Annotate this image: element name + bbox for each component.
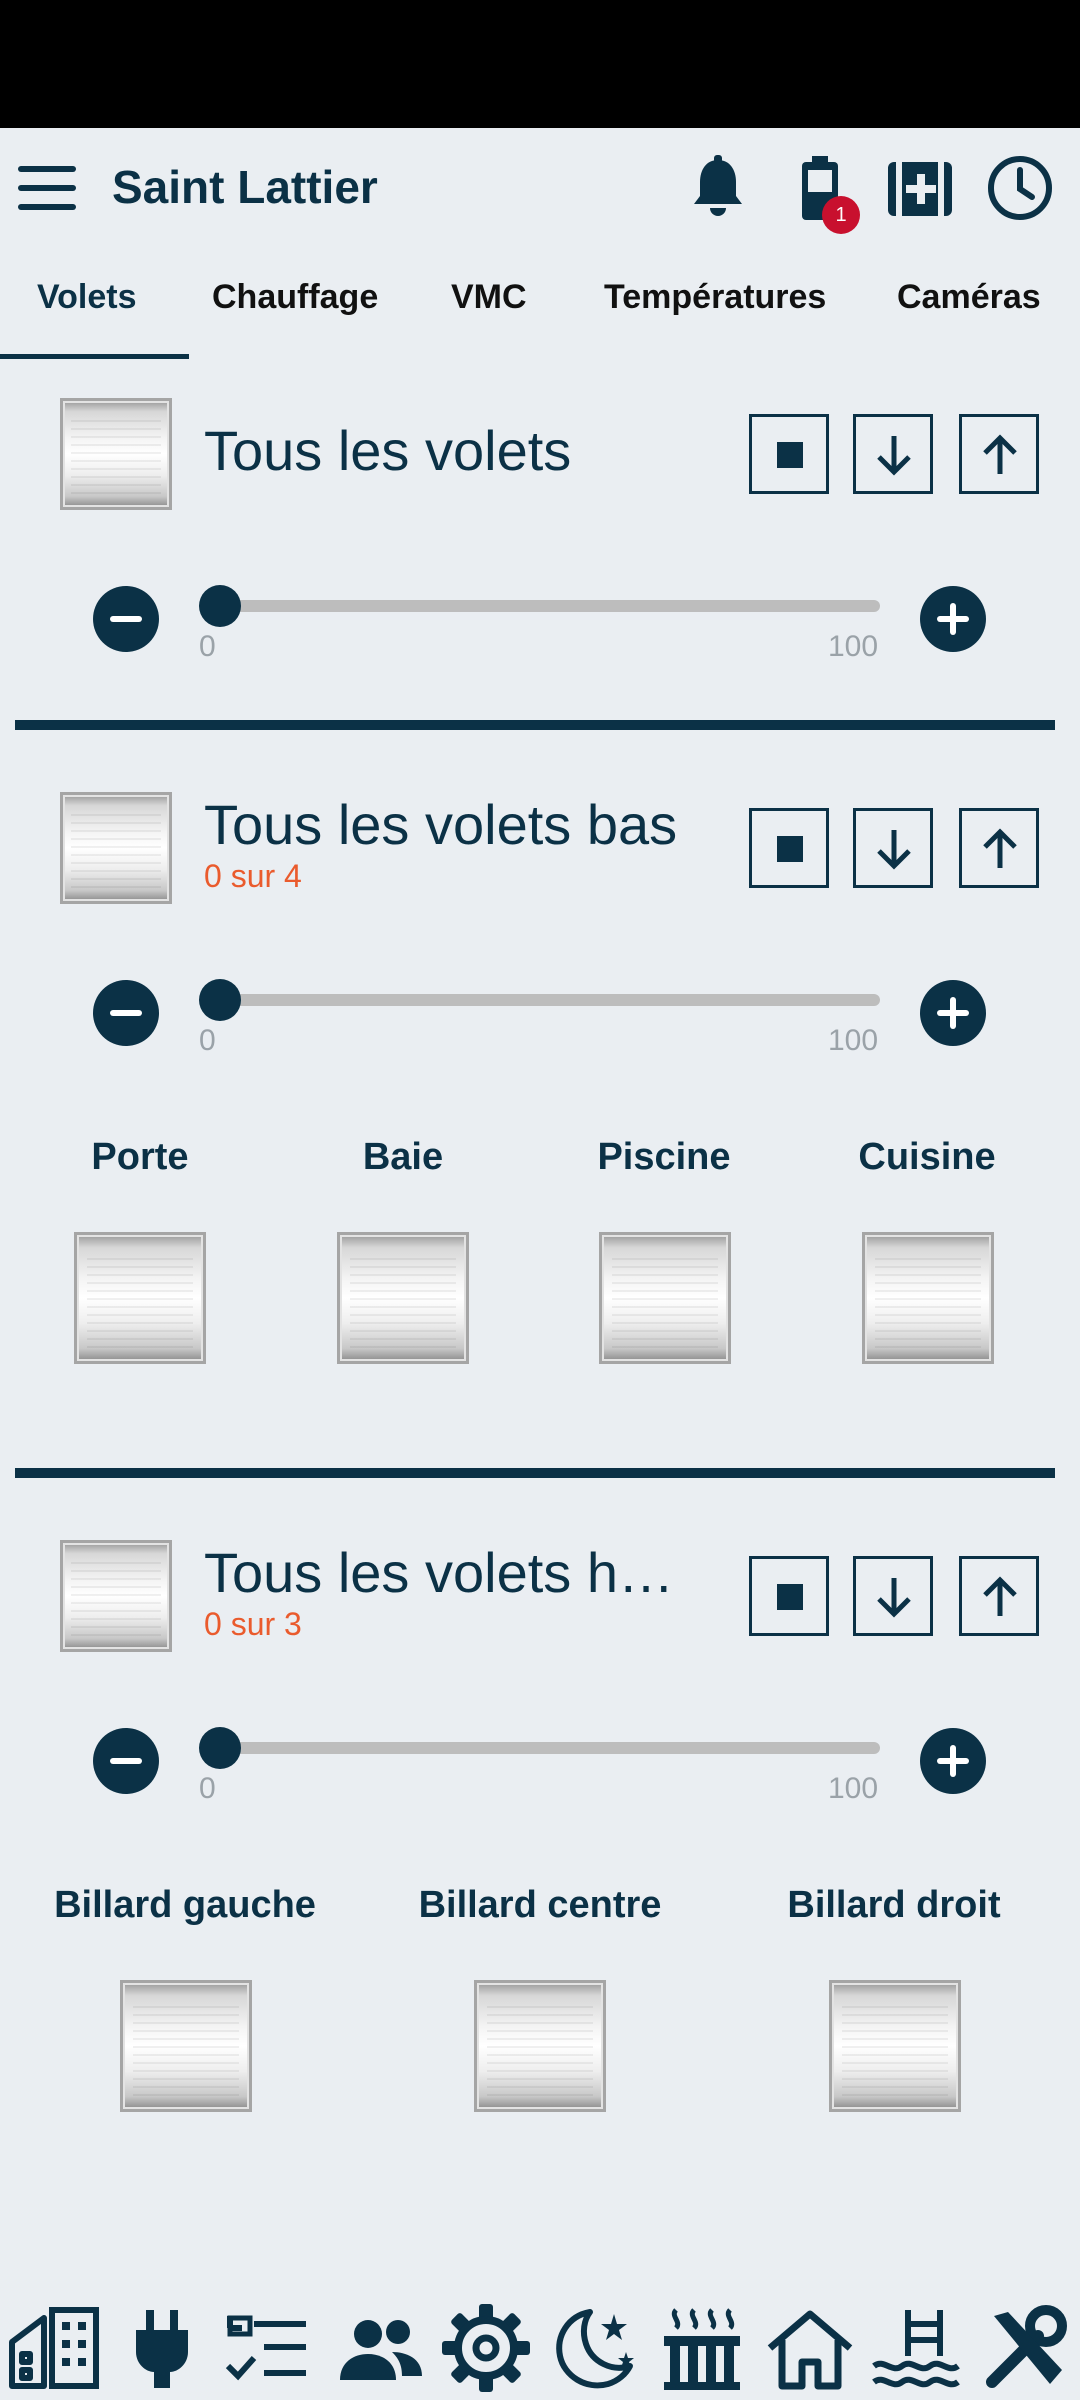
slider-min-label: 0 (199, 1024, 216, 1057)
divider (15, 1468, 1055, 1478)
page-title: Saint Lattier (112, 161, 378, 213)
night-icon[interactable] (546, 2300, 642, 2396)
slider-track[interactable] (220, 1742, 880, 1754)
up-button[interactable] (959, 414, 1039, 494)
slider-max-label: 100 (828, 1024, 879, 1057)
clock-icon[interactable] (984, 152, 1056, 224)
bottom-nav (0, 2300, 1080, 2400)
minus-button[interactable] (93, 1728, 159, 1794)
gear-icon[interactable] (438, 2300, 534, 2396)
up-button[interactable] (959, 1556, 1039, 1636)
position-slider-row: 0 100 (0, 578, 1080, 688)
slider-handle[interactable] (199, 585, 241, 627)
slider-handle[interactable] (199, 1727, 241, 1769)
arrow-down-icon (877, 1578, 911, 1618)
group-title: Tous les volets bas (204, 793, 678, 856)
stop-icon (777, 442, 803, 468)
plus-button[interactable] (920, 980, 986, 1046)
position-slider-row: 0 100 (0, 972, 1080, 1082)
plus-button[interactable] (920, 586, 986, 652)
plug-icon[interactable] (114, 2300, 210, 2396)
slider-min-label: 0 (199, 1772, 216, 1805)
group-title: Tous les volets ha... (204, 1541, 694, 1604)
arrow-up-icon (983, 828, 1017, 868)
home-icon[interactable] (762, 2300, 858, 2396)
shutter-label-billard-centre: Billard centre (418, 1884, 662, 1926)
shutter-billard-gauche-icon[interactable] (120, 1980, 252, 2112)
pool-icon[interactable] (868, 2300, 964, 2396)
stop-button[interactable] (749, 1556, 829, 1636)
tab-volets[interactable]: Volets (37, 278, 137, 317)
minus-button[interactable] (93, 586, 159, 652)
up-button[interactable] (959, 808, 1039, 888)
shutter-label-cuisine: Cuisine (858, 1136, 996, 1178)
shutter-icon[interactable] (60, 1540, 172, 1652)
active-tab-indicator (0, 354, 189, 359)
down-button[interactable] (853, 1556, 933, 1636)
shutter-billard-centre-icon[interactable] (474, 1980, 606, 2112)
checklist-icon[interactable] (220, 2300, 316, 2396)
tab-vmc[interactable]: VMC (451, 278, 527, 317)
people-icon[interactable] (332, 2300, 428, 2396)
plus-button[interactable] (920, 1728, 986, 1794)
medical-icon[interactable] (884, 152, 956, 224)
shutter-icon[interactable] (60, 792, 172, 904)
group-title: Tous les volets (204, 419, 572, 482)
group-status: 0 sur 4 (204, 858, 302, 894)
heater-icon[interactable] (654, 2300, 750, 2396)
building-icon[interactable] (6, 2300, 102, 2396)
shutter-baie-icon[interactable] (337, 1232, 469, 1364)
bell-icon[interactable] (682, 152, 754, 224)
shutter-label-porte: Porte (91, 1136, 189, 1178)
down-button[interactable] (853, 808, 933, 888)
position-slider-row: 0 100 (0, 1720, 1080, 1830)
down-button[interactable] (853, 414, 933, 494)
divider (15, 720, 1055, 730)
shutter-porte-icon[interactable] (74, 1232, 206, 1364)
slider-min-label: 0 (199, 630, 216, 663)
shutter-label-piscine: Piscine (597, 1136, 731, 1178)
shutter-icon[interactable] (60, 398, 172, 510)
arrow-up-icon (983, 434, 1017, 474)
arrow-up-icon (983, 1576, 1017, 1616)
tab-chauffage[interactable]: Chauffage (212, 278, 378, 317)
group-status: 0 sur 3 (204, 1606, 302, 1642)
shutter-piscine-icon[interactable] (599, 1232, 731, 1364)
shutter-label-billard-droit: Billard droit (787, 1884, 1001, 1926)
shutter-billard-droit-icon[interactable] (829, 1980, 961, 2112)
menu-icon[interactable] (18, 166, 76, 210)
minus-button[interactable] (93, 980, 159, 1046)
stop-button[interactable] (749, 808, 829, 888)
slider-track[interactable] (220, 994, 880, 1006)
arrow-down-icon (877, 830, 911, 870)
stop-icon (777, 836, 803, 862)
slider-track[interactable] (220, 600, 880, 612)
notification-badge: 1 (822, 196, 860, 234)
stop-button[interactable] (749, 414, 829, 494)
shutter-cuisine-icon[interactable] (862, 1232, 994, 1364)
slider-handle[interactable] (199, 979, 241, 1021)
slider-max-label: 100 (828, 630, 879, 663)
shutter-label-billard-gauche: Billard gauche (54, 1884, 316, 1926)
tab-bar: Volets Chauffage VMC Températures Caméra… (0, 250, 1080, 360)
slider-max-label: 100 (828, 1772, 879, 1805)
app-bar: Saint Lattier (0, 128, 1080, 250)
status-bar (0, 0, 1080, 128)
tab-temperatures[interactable]: Températures (604, 278, 826, 317)
tools-icon[interactable] (978, 2300, 1074, 2396)
tab-cameras[interactable]: Caméras (897, 278, 1041, 317)
arrow-down-icon (877, 436, 911, 476)
shutter-label-baie: Baie (362, 1136, 444, 1178)
stop-icon (777, 1584, 803, 1610)
